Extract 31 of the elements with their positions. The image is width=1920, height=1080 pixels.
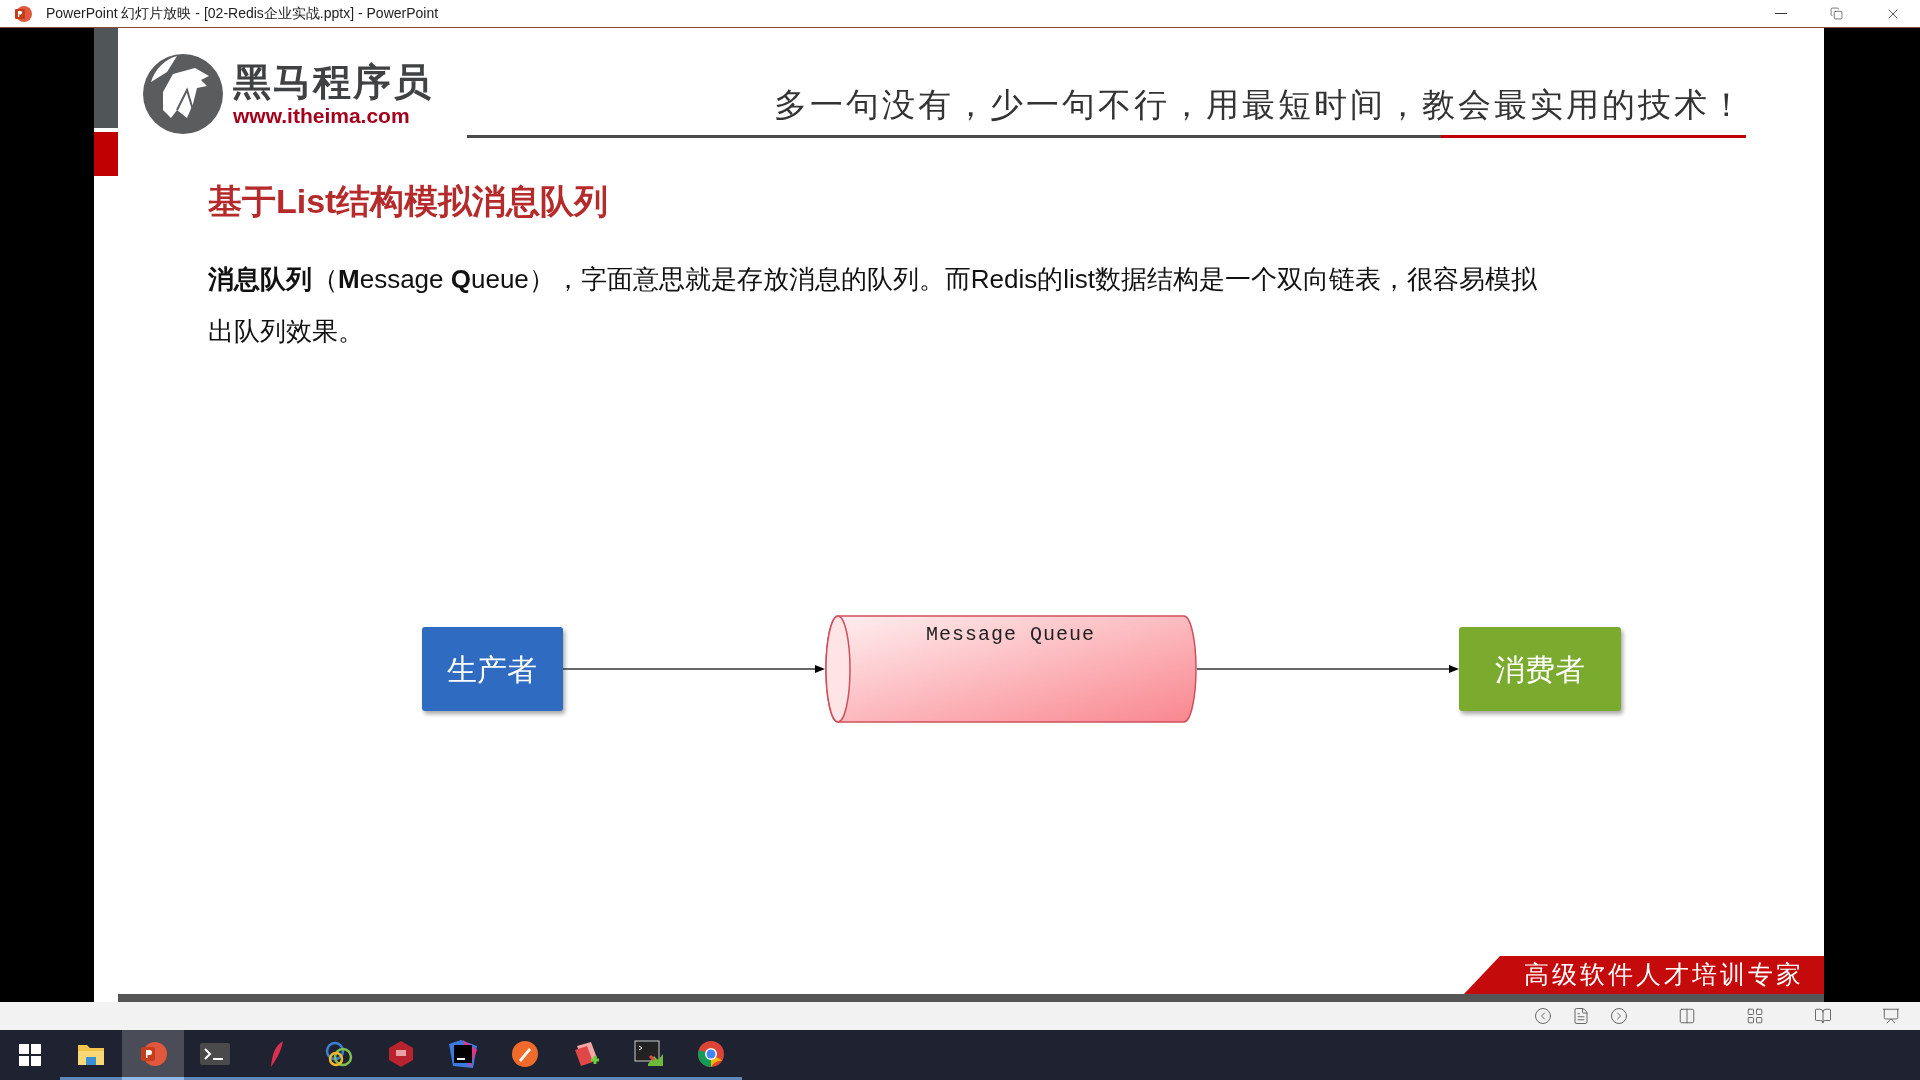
normal-view-button[interactable] bbox=[1678, 1007, 1696, 1025]
slide-paragraph: 消息队列（Message Queue），字面意思就是存放消息的队列。而Redis的list数据结构是一个双向链表，很容易模拟出队列效果。 bbox=[208, 263, 1539, 348]
window-title: PowerPoint 幻灯片放映 - [02-Redis企业实战.pptx] - PowerPoint bbox=[46, 4, 439, 23]
browser-icon bbox=[697, 1039, 725, 1068]
console-window-icon bbox=[634, 1039, 664, 1068]
reading-view-button[interactable] bbox=[1814, 1007, 1832, 1025]
slogan-banner: 高级软件人才培训专家 bbox=[1464, 956, 1824, 994]
slide-list-button[interactable] bbox=[1572, 1007, 1590, 1025]
slide-motto: 多一句没有，少一句不行，用最短时间，教会最实用的技术！ bbox=[774, 83, 1746, 126]
slide-heading: 基于List结构模拟消息队列 bbox=[208, 181, 610, 222]
windows-icon bbox=[19, 1044, 41, 1066]
rings-icon bbox=[324, 1039, 354, 1068]
restore-icon bbox=[1829, 7, 1843, 20]
logo-url: www.itheima.com bbox=[233, 104, 411, 128]
next-slide-button[interactable] bbox=[1610, 1007, 1628, 1025]
ide-icon bbox=[449, 1039, 477, 1068]
sorter-view-button[interactable] bbox=[1746, 1007, 1764, 1025]
queue-label: Message Queue bbox=[925, 622, 1096, 648]
minimize-icon bbox=[1775, 13, 1787, 14]
accent-bar bbox=[94, 132, 118, 176]
terminal-icon bbox=[200, 1042, 230, 1065]
diagram-node: 生产者 bbox=[421, 627, 563, 711]
feather-icon bbox=[269, 1039, 285, 1068]
slideshow-view-button[interactable] bbox=[1882, 1007, 1900, 1025]
hexagon-icon bbox=[388, 1039, 414, 1068]
logo-name: 黑马程序员 bbox=[233, 60, 433, 104]
diagram-node: 消费者 bbox=[1458, 627, 1621, 711]
notepad-icon bbox=[573, 1039, 601, 1068]
presentation-app-icon bbox=[14, 4, 32, 23]
previous-slide-button[interactable] bbox=[1534, 1007, 1552, 1025]
presentation-app-icon bbox=[139, 1039, 167, 1068]
